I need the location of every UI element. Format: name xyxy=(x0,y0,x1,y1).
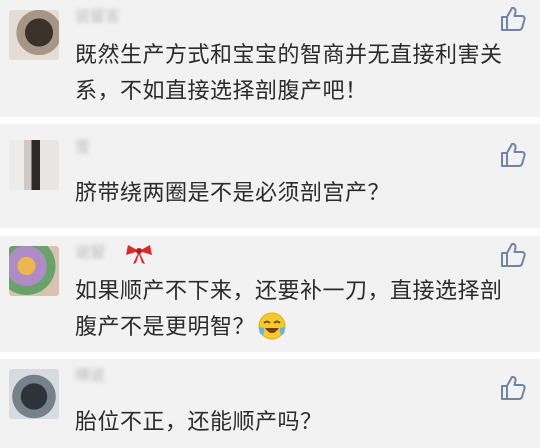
comment-text: 胎位不正，还能顺产吗？ xyxy=(75,405,521,441)
comment-text-content: 如果顺产不下来，还要补一刀，直接选择剖腹产不是更明智？ xyxy=(75,279,503,340)
comment-text-content: 脐带绕两圈是不是必须剖宫产？ xyxy=(75,181,391,206)
thumbs-up-icon[interactable] xyxy=(498,4,528,34)
comment-item: 晴说 胎位不正，还能顺产吗？ xyxy=(0,359,540,448)
comment-text: 如果顺产不下来，还要补一刀，直接选择剖腹产不是更明智？ xyxy=(75,274,521,346)
comment-item: 说留 如果顺产不下来，还要补一刀，直接选择剖腹产不是更明智？ xyxy=(0,236,540,352)
comment-text-content: 既然生产方式和宝宝的智商并无直接利害关系，不如直接选择剖腹产吧！ xyxy=(75,43,503,104)
thumbs-up-icon[interactable] xyxy=(498,373,528,403)
comment-username[interactable]: 晴说 xyxy=(75,366,105,384)
tears-of-joy-emoji-icon xyxy=(258,312,286,340)
comment-list: 说留言 既然生产方式和宝宝的智商并无直接利害关系，不如直接选择剖腹产吧！ 雪 脐… xyxy=(0,0,540,448)
thumbs-up-icon[interactable] xyxy=(498,140,528,170)
comment-username[interactable]: 雪 xyxy=(75,138,90,156)
comment-text-content: 胎位不正，还能顺产吗？ xyxy=(75,410,323,435)
comment-username[interactable]: 说留 xyxy=(75,243,105,261)
avatar[interactable] xyxy=(9,10,59,60)
avatar[interactable] xyxy=(9,246,59,296)
comment-text: 既然生产方式和宝宝的智商并无直接利害关系，不如直接选择剖腹产吧！ xyxy=(75,38,521,110)
avatar[interactable] xyxy=(9,140,59,190)
thumbs-up-icon[interactable] xyxy=(498,240,528,270)
comment-text: 脐带绕两圈是不是必须剖宫产？ xyxy=(75,176,521,212)
comment-item: 雪 脐带绕两圈是不是必须剖宫产？ xyxy=(0,124,540,228)
avatar[interactable] xyxy=(9,369,59,419)
comment-username[interactable]: 说留言 xyxy=(75,7,120,25)
comment-item: 说留言 既然生产方式和宝宝的智商并无直接利害关系，不如直接选择剖腹产吧！ xyxy=(0,0,540,117)
red-ribbon-icon xyxy=(126,245,152,264)
